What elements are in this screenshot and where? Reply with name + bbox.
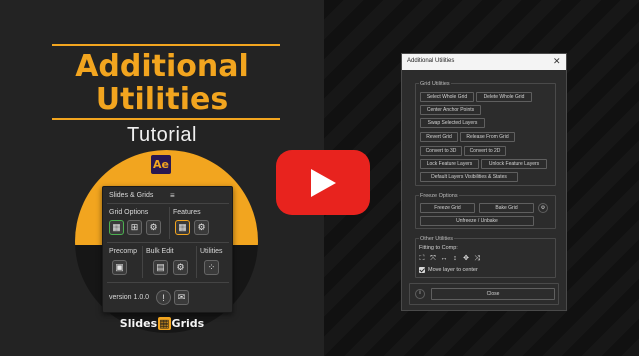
release-from-grid-button[interactable]: Release From Grid	[460, 132, 515, 142]
other-utilities-label: Other Utilities	[419, 236, 455, 242]
divider	[142, 246, 143, 278]
subtitle: Tutorial	[127, 124, 197, 146]
top-divider	[52, 44, 280, 46]
bake-grid-button[interactable]: Bake Grid	[479, 203, 534, 213]
fit-move-icon[interactable]: ✥	[462, 255, 470, 263]
youtube-play-button[interactable]	[276, 150, 370, 215]
divider	[196, 246, 197, 278]
precomp-label: Precomp	[109, 248, 138, 255]
slides-grids-panel: Slides & Grids ≡ Grid Options Features ▦…	[102, 186, 233, 313]
title-line-1: Additional	[75, 49, 249, 84]
revert-grid-button[interactable]: Revert Grid	[420, 132, 458, 142]
move-layer-label: Move layer to center	[428, 267, 478, 273]
unlock-feature-layers-button[interactable]: Unlock Feature Layers	[481, 159, 547, 169]
grid-add-icon[interactable]: ▦	[109, 220, 124, 235]
menu-icon[interactable]: ≡	[170, 191, 175, 200]
version-label: version 1.0.0	[109, 294, 150, 301]
close-icon[interactable]: ✕	[553, 56, 561, 66]
grid-settings-icon[interactable]: ⚙	[146, 220, 161, 235]
brand-logo: Slides ▦ Grids	[0, 317, 324, 330]
lock-feature-layers-button[interactable]: Lock Feature Layers	[420, 159, 479, 169]
select-whole-grid-button[interactable]: Select Whole Grid	[420, 92, 474, 102]
mail-icon[interactable]: ✉	[174, 290, 189, 305]
freeze-settings-icon[interactable]: ⚙	[538, 203, 548, 213]
features-add-icon[interactable]: ▦	[175, 220, 190, 235]
dialog-title: Additional Utilities	[407, 58, 455, 64]
default-layers-button[interactable]: Default Layers Visibilities & States	[420, 172, 518, 182]
bulk-settings-icon[interactable]: ⚙	[173, 260, 188, 275]
unfreeze-unbake-button[interactable]: Unfreeze / Unbake	[420, 216, 534, 226]
bulk-edit-label: Bulk Edit	[146, 248, 174, 255]
features-label: Features	[173, 209, 201, 216]
center-anchor-points-button[interactable]: Center Anchor Points	[420, 105, 481, 115]
panel-header: Slides & Grids	[109, 192, 154, 199]
divider	[169, 207, 170, 239]
grid-options-label: Grid Options	[109, 209, 149, 216]
fit-vertical-icon[interactable]: ↕	[451, 255, 459, 263]
brand-left: Slides	[119, 317, 158, 330]
swap-selected-layers-button[interactable]: Swap Selected Layers	[420, 118, 485, 128]
freeze-options-label: Freeze Options	[419, 193, 459, 199]
brand-right: Grids	[171, 317, 205, 330]
info-icon[interactable]: i	[415, 289, 425, 299]
convert-to-2d-button[interactable]: Convert to 2D	[464, 146, 506, 156]
fit-expand-icon[interactable]: ⤧	[429, 255, 437, 263]
info-icon[interactable]: !	[156, 290, 171, 305]
fit-collapse-icon[interactable]: ⤨	[473, 255, 481, 263]
fit-horizontal-icon[interactable]: ↔	[440, 255, 448, 263]
grid-utilities-label: Grid Utilities	[419, 81, 451, 87]
utilities-label: Utilities	[200, 248, 223, 255]
fitting-to-comp-label: Fitting to Comp:	[419, 245, 458, 251]
utilities-icon[interactable]: ⁘	[204, 260, 219, 275]
divider	[107, 203, 229, 204]
features-settings-icon[interactable]: ⚙	[194, 220, 209, 235]
precomp-icon[interactable]: ▣	[112, 260, 127, 275]
after-effects-icon: Ae	[149, 153, 173, 176]
divider	[107, 242, 229, 243]
additional-utilities-dialog: Additional Utilities ✕ Grid Utilities Se…	[401, 53, 567, 311]
delete-whole-grid-button[interactable]: Delete Whole Grid	[476, 92, 532, 102]
freeze-grid-button[interactable]: Freeze Grid	[420, 203, 475, 213]
grid-new-icon[interactable]: ⊞	[127, 220, 142, 235]
brand-mark-icon: ▦	[158, 317, 171, 330]
play-icon	[311, 168, 336, 197]
title-line-2: Utilities	[95, 82, 229, 117]
move-layer-checkbox[interactable]	[419, 267, 425, 273]
convert-to-3d-button[interactable]: Convert to 3D	[420, 146, 462, 156]
close-button[interactable]: Close	[431, 288, 555, 300]
dialog-titlebar: Additional Utilities ✕	[402, 54, 566, 70]
bottom-divider	[52, 118, 280, 120]
divider	[107, 282, 229, 283]
fit-both-icon[interactable]: ⛶	[418, 255, 426, 263]
bulk-edit-icon[interactable]: ▤	[153, 260, 168, 275]
